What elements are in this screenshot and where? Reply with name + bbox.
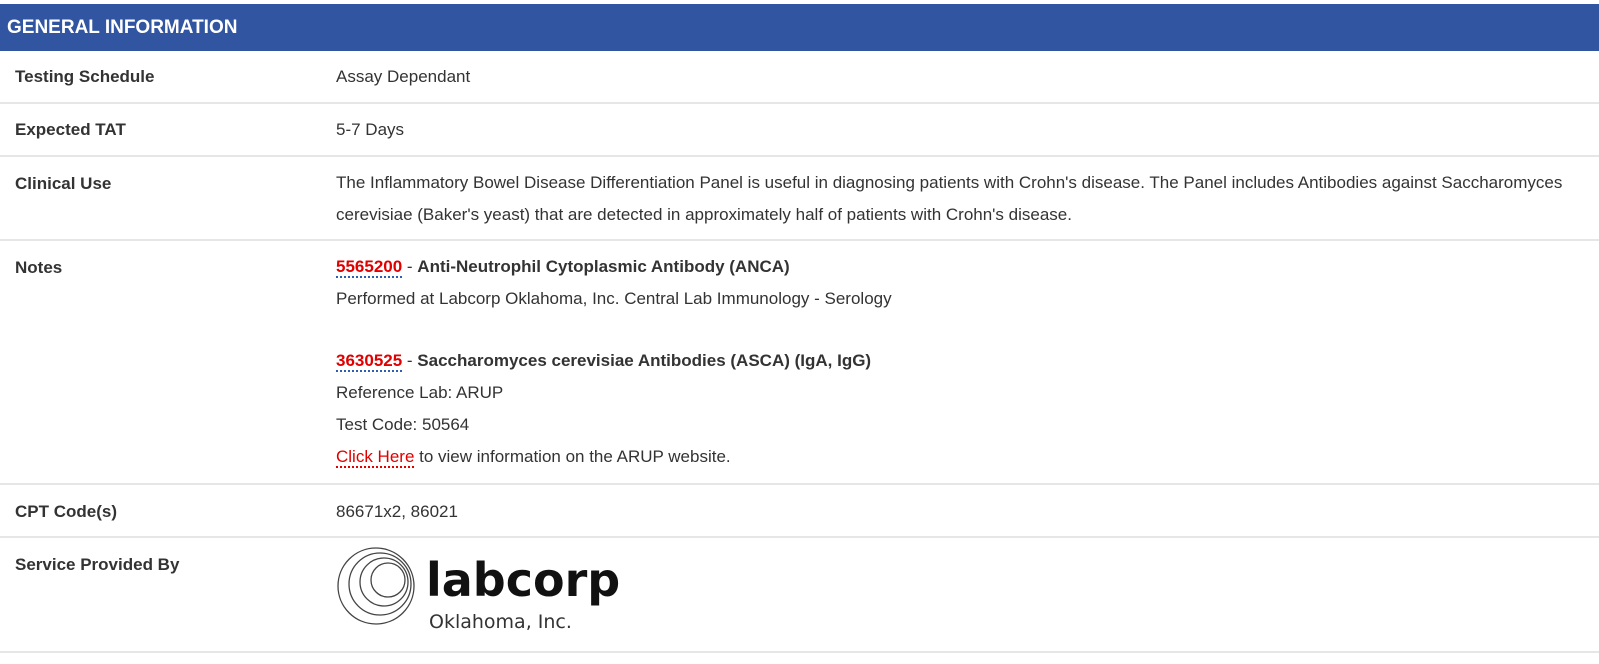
- notes-value: 5565200 - Anti-Neutrophil Cytoplasmic An…: [336, 251, 1579, 473]
- expected-tat-label: Expected TAT: [15, 120, 126, 139]
- row-clinical-use: Clinical Use The Inflammatory Bowel Dise…: [0, 157, 1599, 241]
- note-item-1-heading: 5565200 - Anti-Neutrophil Cytoplasmic An…: [336, 251, 1579, 283]
- note-item-1-title: Anti-Neutrophil Cytoplasmic Antibody (AN…: [417, 257, 790, 276]
- testing-schedule-label: Testing Schedule: [15, 67, 155, 86]
- arup-click-here-link[interactable]: Click Here: [336, 447, 415, 468]
- notes-label: Notes: [15, 258, 63, 277]
- note-item-2-heading: 3630525 - Saccharomyces cerevisiae Antib…: [336, 345, 1579, 377]
- note-spacer: [336, 315, 1579, 345]
- clinical-use-label: Clinical Use: [15, 174, 112, 193]
- row-cpt-codes: CPT Code(s) 86671x2, 86021: [0, 485, 1599, 538]
- service-provided-by-label: Service Provided By: [15, 555, 180, 574]
- labcorp-logo-graphic: labcorp Oklahoma, Inc.: [337, 547, 620, 633]
- row-expected-tat: Expected TAT 5-7 Days: [0, 104, 1599, 157]
- logo-subtitle: Oklahoma, Inc.: [429, 611, 572, 633]
- row-testing-schedule: Testing Schedule Assay Dependant: [0, 51, 1599, 104]
- logo-wordmark: labcorp: [426, 553, 620, 607]
- labcorp-logo: labcorp Oklahoma, Inc.: [336, 546, 636, 636]
- note-item-2-title: Saccharomyces cerevisiae Antibodies (ASC…: [417, 351, 872, 370]
- test-code-link-5565200[interactable]: 5565200: [336, 257, 403, 278]
- expected-tat-value: 5-7 Days: [336, 120, 405, 139]
- general-information-panel: GENERAL INFORMATION Testing Schedule Ass…: [0, 0, 1599, 664]
- row-service-provided-by: Service Provided By labcorp Oklahoma, In…: [0, 538, 1599, 653]
- cpt-codes-label: CPT Code(s): [15, 502, 117, 521]
- row-notes: Notes 5565200 - Anti-Neutrophil Cytoplas…: [0, 241, 1599, 485]
- note-item-1-performed: Performed at Labcorp Oklahoma, Inc. Cent…: [336, 289, 892, 308]
- note-item-1-separator: -: [402, 257, 418, 276]
- note-item-2-link-line: Click Here to view information on the AR…: [336, 441, 1579, 473]
- test-code-link-3630525[interactable]: 3630525: [336, 351, 403, 372]
- note-item-2-test-code: Test Code: 50564: [336, 415, 470, 434]
- section-header: GENERAL INFORMATION: [0, 4, 1599, 51]
- arup-link-suffix: to view information on the ARUP website.: [414, 447, 731, 466]
- note-item-2-separator: -: [402, 351, 418, 370]
- cpt-codes-value: 86671x2, 86021: [336, 502, 458, 521]
- clinical-use-value: The Inflammatory Bowel Disease Different…: [336, 173, 1563, 224]
- testing-schedule-value: Assay Dependant: [336, 67, 471, 86]
- note-item-2-reference-lab: Reference Lab: ARUP: [336, 383, 504, 402]
